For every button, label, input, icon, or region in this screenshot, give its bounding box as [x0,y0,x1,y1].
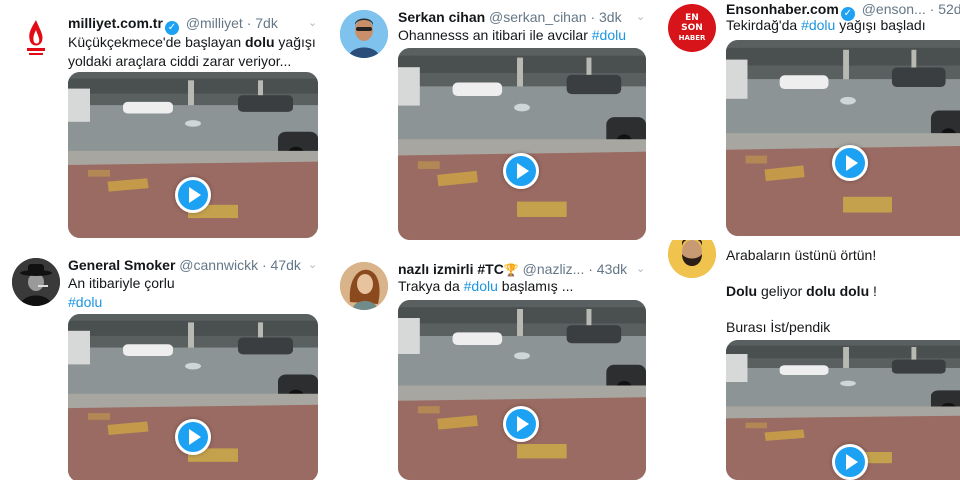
tweet-card-general-smoker[interactable]: General Smoker @cannwickk · 47dk ⌄ An it… [0,248,330,480]
text-segment: Tekirdağ'da [726,17,802,33]
display-name[interactable]: General Smoker [68,257,175,273]
man-in-hat-avatar-icon[interactable] [12,258,60,306]
play-button-icon[interactable] [175,419,211,455]
text-line [726,265,956,282]
text-segment: Burası İst/pendik [726,319,831,335]
hashtag-link[interactable]: #dolu [592,27,626,43]
text-segment: An itibariyle çorlu [68,275,175,291]
handle[interactable]: @nazliz... [523,261,585,277]
display-name[interactable]: milliyet.com.tr [68,15,163,31]
display-name[interactable]: nazlı izmirli #TC🏆 [398,261,519,277]
tweet-card-pendik[interactable]: Arabaların üstünü örtün! Dolu geliyor dol… [658,240,960,480]
text-segment: Dolu [726,283,758,299]
play-button-icon[interactable] [832,145,868,181]
video-thumbnail[interactable] [68,72,318,238]
tweet-text: An itibariyle çorlu #dolu [68,274,320,312]
ensonhaber-logo-icon[interactable]: EN SON HABER [668,4,716,52]
text-segment: Trakya da [398,278,464,294]
chevron-down-icon[interactable]: ⌄ [308,258,317,271]
tweet-text: Arabaların üstünü örtün! Dolu geliyor dol… [726,246,956,337]
play-button-icon[interactable] [832,444,868,480]
text-segment: geliyor [757,283,807,299]
text-segment: yağışı başladı [835,17,926,33]
milliyet-flame-logo-icon[interactable] [12,14,60,62]
video-thumbnail[interactable] [68,314,318,480]
text-segment: Arabaların üstünü örtün! [726,247,877,263]
tweet-text: Ohannesss an itibari ile avcilar #dolu [398,26,650,45]
video-thumbnail[interactable] [398,300,646,480]
text-segment: ! [869,283,877,299]
tweet-card-ensonhaber[interactable]: EN SON HABER Ensonhaber.com ✓ @enson... ·… [658,0,960,240]
hashtag-link[interactable]: #dolu [68,293,320,312]
tweet-card-nazli[interactable]: nazlı izmirli #TC🏆 @nazliz... · 43dk ⌄ T… [330,248,658,480]
chevron-down-icon[interactable]: ⌄ [308,16,317,29]
video-thumbnail[interactable] [726,40,960,236]
timestamp[interactable]: · 3dk [590,9,621,25]
tweet-card-milliyet[interactable]: milliyet.com.tr ✓ @milliyet · 7dk ⌄ Küçük… [0,0,330,242]
woman-portrait-avatar-icon[interactable] [340,262,388,310]
handle[interactable]: @enson... [862,1,926,17]
text-line [726,301,956,318]
logo-line-en: EN [685,13,699,23]
play-button-icon[interactable] [175,177,211,213]
handle[interactable]: @cannwickk [179,257,258,273]
play-button-icon[interactable] [503,406,539,442]
play-button-icon[interactable] [503,153,539,189]
chevron-down-icon[interactable]: ⌄ [636,10,645,23]
text-line: Arabaların üstünü örtün! [726,246,956,265]
handle[interactable]: @milliyet [186,15,243,31]
tweet-card-serkan[interactable]: Serkan cihan @serkan_cihan · 3dk ⌄ Ohann… [330,0,658,248]
text-segment: başlamış ... [497,278,574,294]
text-segment: Küçükçekmece'de başlayan [68,34,245,50]
tweet-text: Küçükçekmece'de başlayan dolu yağışı yol… [68,33,320,71]
text-line: Dolu geliyor dolu dolu ! [726,282,956,301]
bearded-man-avatar-icon[interactable] [668,240,716,278]
text-line: Burası İst/pendik [726,318,956,337]
hashtag-link[interactable]: #dolu [801,17,835,33]
tweet-text: Trakya da #dolu başlamış ... [398,277,650,296]
video-thumbnail[interactable] [398,48,646,240]
trophy-icon: 🏆 [503,263,519,277]
logo-line-haber: HABER [678,34,706,42]
text-segment: Ohannesss an itibari ile avcilar [398,27,592,43]
logo-line-son: SON [681,23,703,33]
text-segment: dolu dolu [806,283,870,299]
timestamp[interactable]: · 43dk [588,261,627,277]
handle[interactable]: @serkan_cihan [489,9,587,25]
tweet-text: Tekirdağ'da #dolu yağışı başladı [726,16,956,35]
man-portrait-avatar-icon[interactable] [340,10,388,58]
hashtag-link[interactable]: #dolu [464,278,498,294]
chevron-down-icon[interactable]: ⌄ [636,262,645,275]
text-segment: dolu [245,34,275,50]
timestamp[interactable]: · 7dk [247,15,278,31]
display-name[interactable]: Serkan cihan [398,9,485,25]
timestamp[interactable]: · 52dk [930,1,960,17]
display-name[interactable]: Ensonhaber.com [726,1,839,17]
timestamp[interactable]: · 47dk [262,257,301,273]
